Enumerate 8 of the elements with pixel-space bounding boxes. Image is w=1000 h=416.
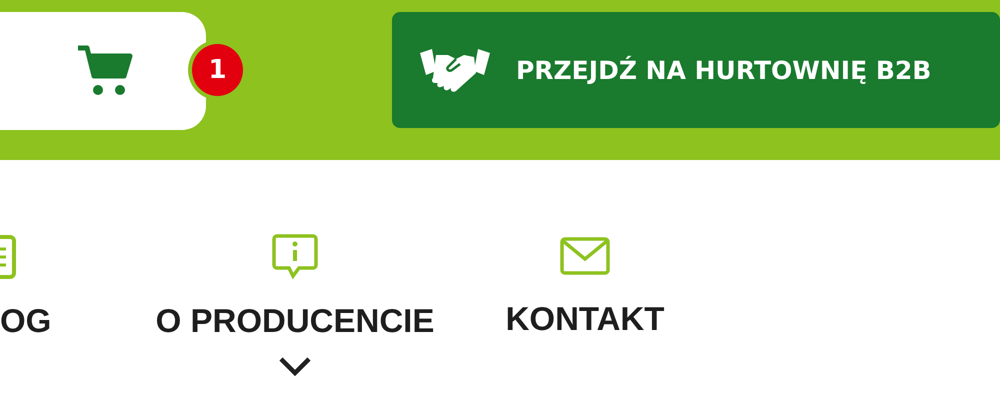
- nav-link[interactable]: OG: [0, 302, 52, 340]
- nav-link[interactable]: KONTAKT: [506, 300, 664, 338]
- nav-link[interactable]: O PRODUCENCIE: [156, 302, 434, 340]
- chevron-down-icon[interactable]: [278, 356, 312, 376]
- cart-icon: [76, 44, 134, 98]
- info-icon: [271, 232, 319, 280]
- cart-button[interactable]: [0, 12, 206, 130]
- b2b-button[interactable]: PRZEJDŹ NA HURTOWNIĘ B2B: [392, 12, 1000, 128]
